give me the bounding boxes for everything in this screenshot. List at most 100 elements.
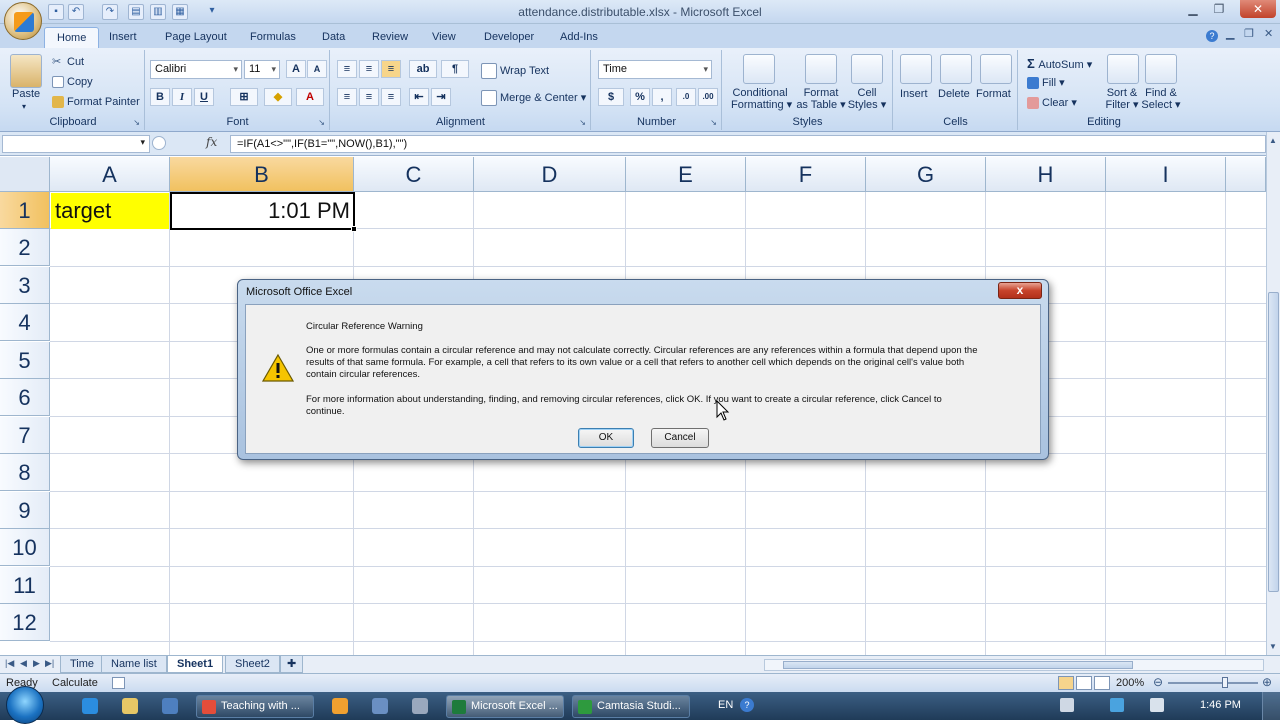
clipboard-launcher-icon[interactable]: ↘ — [133, 118, 140, 127]
sort-filter-button[interactable]: Sort & Filter ▾ — [1103, 87, 1141, 111]
shrink-font-button[interactable]: A — [307, 60, 327, 78]
row-header-9[interactable]: 9 — [0, 492, 50, 529]
number-format-combo[interactable]: Time — [598, 60, 712, 79]
zoom-slider[interactable] — [1168, 682, 1258, 684]
row-header-5[interactable]: 5 — [0, 342, 50, 379]
increase-decimal-icon[interactable]: .0 — [676, 88, 696, 106]
copy-button[interactable]: Copy — [52, 76, 93, 89]
grow-font-button[interactable]: A — [286, 60, 306, 78]
format-painter-button[interactable]: Format Painter — [52, 96, 140, 109]
insert-cells-button[interactable]: Insert — [900, 88, 928, 100]
row-header-11[interactable]: 11 — [0, 567, 50, 604]
column-header-b[interactable]: B — [170, 157, 354, 192]
paste-dropdown-icon[interactable]: ▾ — [22, 102, 26, 111]
delete-cells-button[interactable]: Delete — [938, 88, 970, 100]
align-bottom-icon[interactable]: ≡ — [381, 60, 401, 78]
row-header-2[interactable]: 2 — [0, 229, 50, 266]
align-right-icon[interactable]: ≡ — [381, 88, 401, 106]
text-direction-icon[interactable]: ¶ — [441, 60, 469, 78]
fill-handle[interactable] — [351, 226, 357, 232]
prev-sheet-icon[interactable]: ◀ — [20, 658, 27, 669]
taskbar-button-camtasia[interactable]: Camtasia Studi... — [572, 695, 690, 718]
tray-icon[interactable] — [1060, 698, 1074, 712]
insert-sheet-icon[interactable]: ✚ — [280, 656, 304, 673]
tab-formulas[interactable]: Formulas — [238, 27, 308, 48]
paste-icon[interactable] — [10, 54, 42, 88]
conditional-formatting-button[interactable]: Conditional Formatting ▾ — [731, 87, 792, 111]
ribbon-minimize-icon[interactable]: ▁ — [1226, 27, 1234, 40]
decrease-indent-icon[interactable]: ⇤ — [409, 88, 429, 106]
insert-function-button[interactable]: fx — [206, 135, 217, 149]
font-launcher-icon[interactable]: ↘ — [318, 118, 325, 127]
bold-button[interactable]: B — [150, 88, 170, 106]
increase-indent-icon[interactable]: ⇥ — [431, 88, 451, 106]
fill-button[interactable]: Fill ▾ — [1027, 76, 1065, 90]
cell-a1[interactable]: target — [51, 193, 169, 229]
zoom-out-icon[interactable]: ⊖ — [1153, 675, 1163, 689]
currency-button[interactable]: $ — [598, 88, 624, 106]
column-header-g[interactable]: G — [866, 157, 986, 192]
italic-button[interactable]: I — [172, 88, 192, 106]
first-sheet-icon[interactable]: |◀ — [5, 658, 14, 669]
explorer-icon[interactable] — [122, 698, 138, 714]
column-header-i[interactable]: I — [1106, 157, 1226, 192]
column-header-j[interactable] — [1226, 157, 1266, 192]
dialog-close-button[interactable]: x — [998, 282, 1042, 299]
formula-input[interactable]: =IF(A1<>"",IF(B1="",NOW(),B1),"") — [230, 135, 1266, 153]
help-tray-icon[interactable]: ? — [740, 698, 754, 712]
taskbar-clock[interactable]: 1:46 PM — [1200, 699, 1241, 711]
macro-record-icon[interactable] — [112, 677, 125, 689]
tab-developer[interactable]: Developer — [472, 27, 546, 48]
zoom-level[interactable]: 200% — [1116, 677, 1144, 689]
tab-review[interactable]: Review — [360, 27, 420, 48]
page-break-view-icon[interactable] — [1094, 676, 1110, 690]
row-header-12[interactable]: 12 — [0, 604, 50, 641]
alignment-launcher-icon[interactable]: ↘ — [579, 118, 586, 127]
tab-page-layout[interactable]: Page Layout — [153, 27, 239, 48]
row-header-3[interactable]: 3 — [0, 267, 50, 304]
insert-cells-icon[interactable] — [900, 54, 932, 84]
column-header-d[interactable]: D — [474, 157, 626, 192]
scroll-up-icon[interactable]: ▲ — [1269, 136, 1277, 145]
underline-button[interactable]: U — [194, 88, 214, 106]
sheet-tab-sheet2[interactable]: Sheet2 — [225, 656, 280, 673]
comma-button[interactable]: , — [652, 88, 672, 106]
page-layout-view-icon[interactable] — [1076, 676, 1092, 690]
find-select-button[interactable]: Find & Select ▾ — [1141, 87, 1181, 111]
app-quicklaunch-icon[interactable] — [162, 698, 178, 714]
ribbon-close-icon[interactable]: ✕ — [1264, 27, 1273, 40]
column-header-e[interactable]: E — [626, 157, 746, 192]
normal-view-icon[interactable] — [1058, 676, 1074, 690]
row-header-8[interactable]: 8 — [0, 454, 50, 491]
percent-button[interactable]: % — [630, 88, 650, 106]
maximize-button[interactable]: ❐ — [1206, 0, 1232, 18]
tool-quicklaunch-icon[interactable] — [412, 698, 428, 714]
tab-add-ins[interactable]: Add-Ins — [548, 27, 610, 48]
sheet-tab-time[interactable]: Time — [60, 656, 105, 673]
row-header-4[interactable]: 4 — [0, 304, 50, 341]
volume-icon[interactable] — [1150, 698, 1164, 712]
close-window-button[interactable]: ✕ — [1240, 0, 1276, 18]
column-header-c[interactable]: C — [354, 157, 474, 192]
find-select-icon[interactable] — [1145, 54, 1177, 84]
start-button[interactable] — [6, 686, 44, 724]
merge-center-button[interactable]: Merge & Center ▾ — [481, 90, 586, 106]
language-indicator[interactable]: EN — [718, 699, 733, 711]
format-cells-button[interactable]: Format — [976, 88, 1011, 100]
borders-button[interactable]: ⊞ — [230, 88, 258, 106]
tab-data[interactable]: Data — [310, 27, 357, 48]
clear-button[interactable]: Clear ▾ — [1027, 96, 1077, 110]
taskbar-button-excel[interactable]: Microsoft Excel ... — [446, 695, 564, 718]
scroll-down-icon[interactable]: ▼ — [1269, 642, 1277, 651]
zoom-slider-knob[interactable] — [1222, 677, 1228, 688]
ribbon-restore-icon[interactable]: ❐ — [1244, 27, 1254, 40]
row-header-7[interactable]: 7 — [0, 417, 50, 454]
font-name-combo[interactable]: Calibri — [150, 60, 242, 79]
delete-cells-icon[interactable] — [940, 54, 972, 84]
align-top-icon[interactable]: ≡ — [337, 60, 357, 78]
cut-button[interactable]: ✂ Cut — [52, 56, 84, 68]
autosum-button[interactable]: Σ AutoSum ▾ — [1027, 56, 1092, 71]
fill-color-button[interactable]: ◆ — [264, 88, 292, 106]
format-cells-icon[interactable] — [980, 54, 1012, 84]
row-header-6[interactable]: 6 — [0, 379, 50, 416]
